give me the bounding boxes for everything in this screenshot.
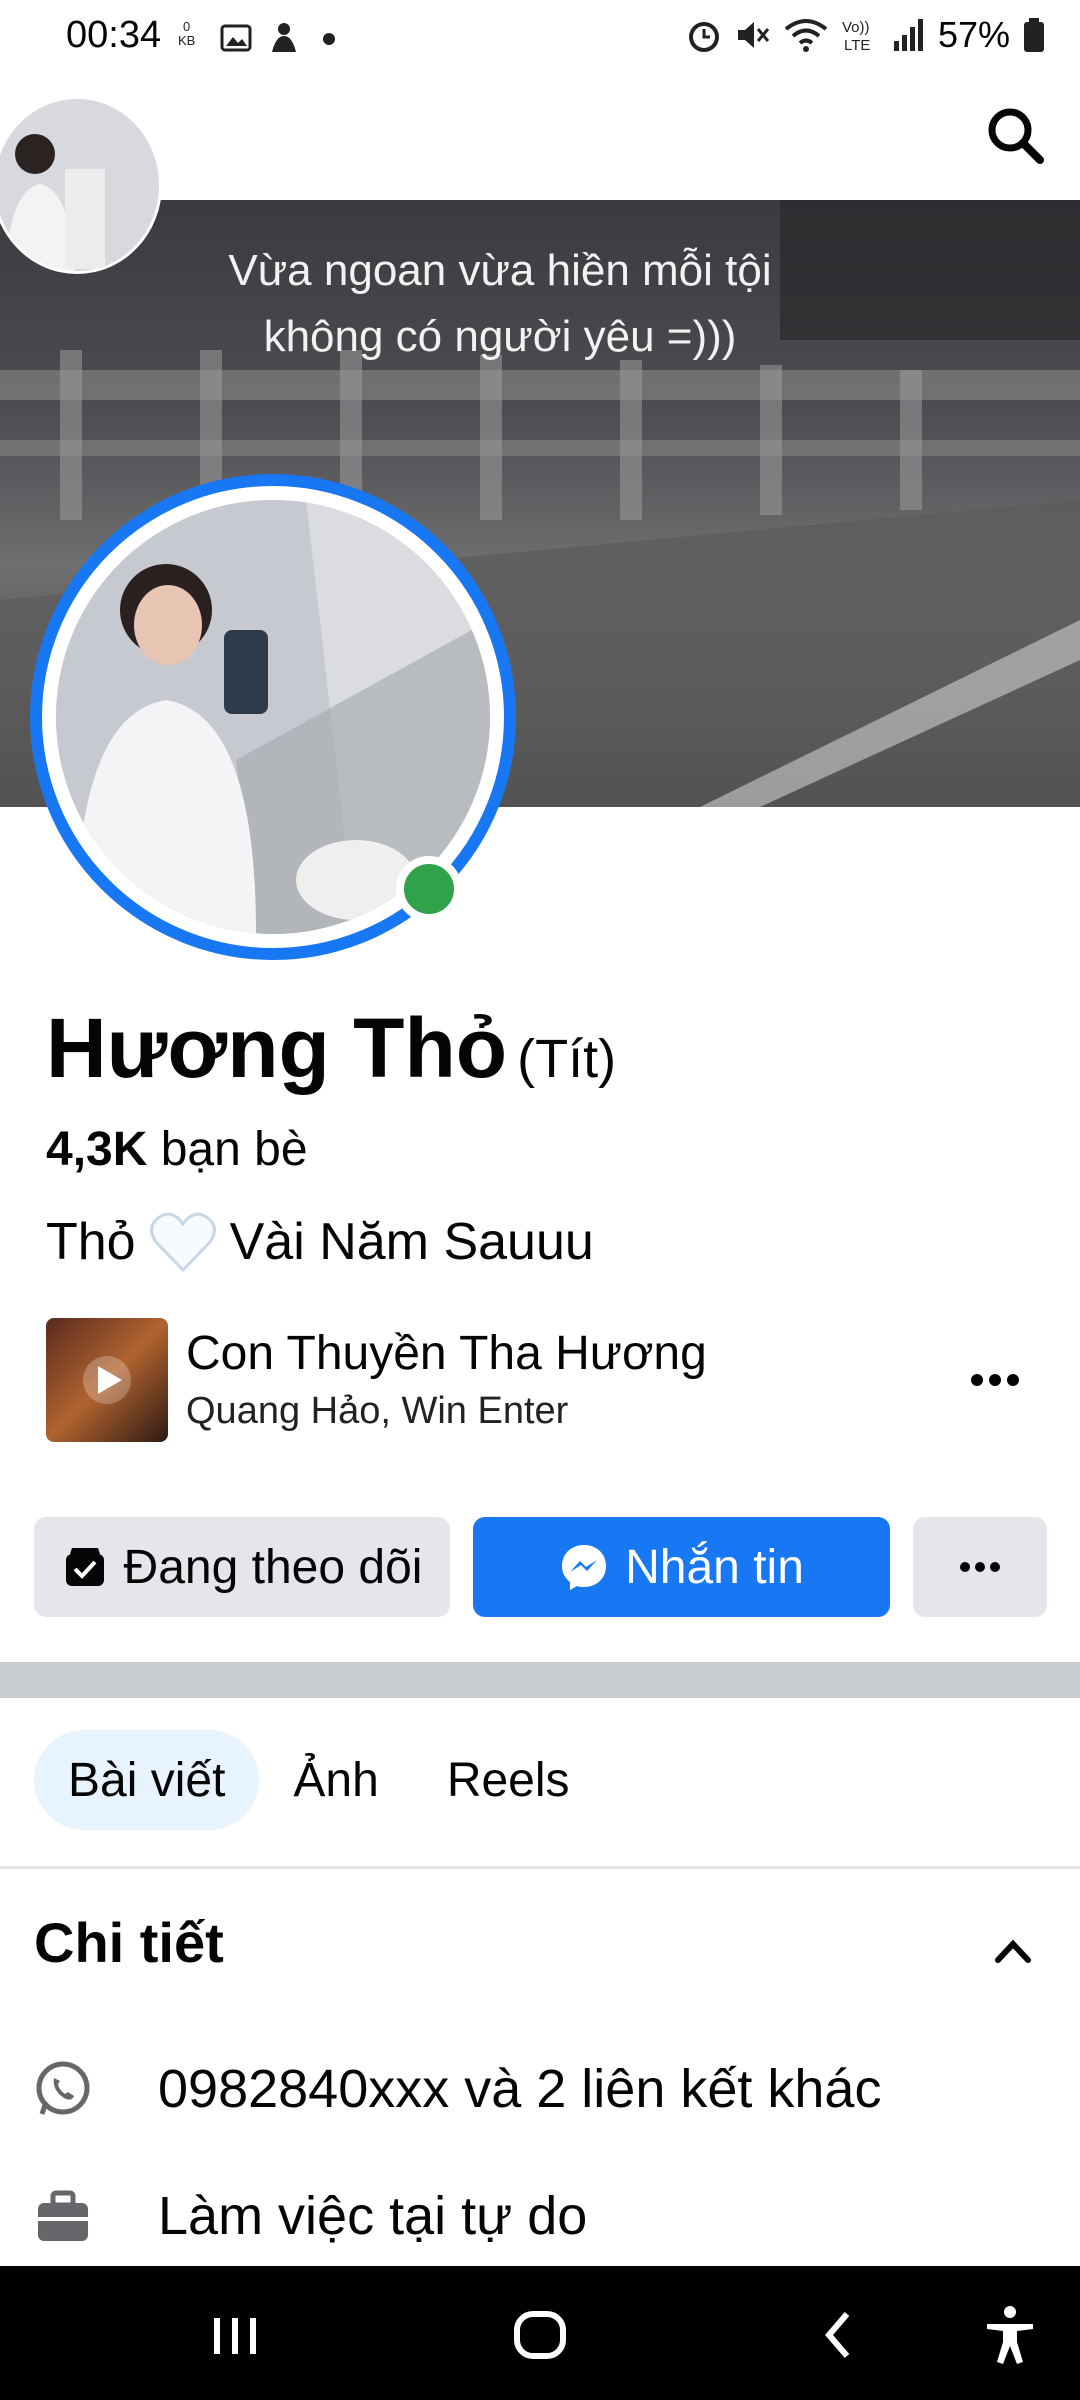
cover-caption-line-1: Vừa ngoan vừa hiền mỗi tội xyxy=(228,246,772,295)
friends-count-value: 4,3K xyxy=(46,1123,148,1176)
music-more-icon[interactable] xyxy=(960,1360,1030,1400)
gallery-icon xyxy=(220,24,252,52)
online-status-indicator xyxy=(396,856,462,922)
battery-percent: 57% xyxy=(937,14,1010,55)
tab-reels[interactable]: Reels xyxy=(413,1730,604,1830)
following-button-label: Đang theo dõi xyxy=(123,1540,423,1594)
friends-count[interactable]: 4,3K bạn bè xyxy=(46,1122,308,1177)
chevron-up-icon[interactable] xyxy=(990,1930,1036,1970)
whatsapp-icon xyxy=(36,2061,90,2115)
profile-name-text: Hương Thỏ xyxy=(46,1001,508,1095)
following-button[interactable]: Đang theo dõi xyxy=(34,1517,450,1617)
work-info-row: Làm việc tại tự do xyxy=(34,2185,587,2247)
notification-icon xyxy=(272,23,296,52)
music-cover[interactable] xyxy=(46,1318,168,1442)
music-artist: Quang Hảo, Win Enter xyxy=(186,1390,569,1432)
play-icon xyxy=(83,1356,131,1404)
work-info-text: Làm việc tại tự do xyxy=(158,2186,588,2246)
svg-text:LTE: LTE xyxy=(844,37,870,53)
tabs-divider xyxy=(0,1866,1080,1869)
story-avatar-image xyxy=(0,99,159,271)
bio-text-1: Thỏ xyxy=(46,1213,136,1271)
tab-posts[interactable]: Bài viết xyxy=(34,1730,260,1830)
battery-icon xyxy=(1024,18,1044,52)
cover-caption-line-2: không có người yêu =))) xyxy=(263,312,737,361)
music-title[interactable]: Con Thuyền Tha Hương xyxy=(186,1326,707,1381)
data-speed-indicator: 0 KB xyxy=(178,20,195,48)
profile-nickname: (Tít) xyxy=(517,1029,617,1089)
dot-icon xyxy=(323,33,335,45)
accessibility-icon[interactable] xyxy=(975,2300,1045,2370)
cover-caption: Vừa ngoan vừa hiền mỗi tội không có ngườ… xyxy=(0,238,1000,370)
profile-name: Hương Thỏ (Tít) xyxy=(46,1000,616,1097)
profile-tabs: Bài viết Ảnh Reels xyxy=(34,1730,604,1830)
tab-photos[interactable]: Ảnh xyxy=(259,1730,412,1830)
data-speed-unit: KB xyxy=(178,33,196,48)
mute-icon xyxy=(737,22,770,48)
following-icon xyxy=(65,1548,104,1586)
data-speed-value: 0 xyxy=(183,19,191,34)
recent-apps-icon[interactable] xyxy=(200,2300,270,2370)
status-right-group: Vo)) LTE 57% xyxy=(686,14,1046,56)
profile-bio: Thỏ Vài Năm Sauuu xyxy=(46,1210,594,1274)
more-actions-button[interactable] xyxy=(913,1517,1047,1617)
home-icon[interactable] xyxy=(505,2300,575,2370)
alarm-icon xyxy=(688,22,719,52)
story-avatar[interactable] xyxy=(0,96,162,274)
friends-count-label: bạn bè xyxy=(160,1123,308,1176)
search-icon[interactable] xyxy=(980,100,1050,170)
message-button-label: Nhắn tin xyxy=(625,1540,804,1594)
messenger-icon xyxy=(562,1545,607,1590)
white-heart-icon xyxy=(149,1212,216,1273)
message-button[interactable]: Nhắn tin xyxy=(473,1517,890,1617)
wifi-icon xyxy=(784,19,828,52)
svg-text:Vo)): Vo)) xyxy=(842,19,870,36)
status-bar: 00:34 0 KB Vo)) LTE 57% xyxy=(0,0,1080,75)
more-icon xyxy=(960,1562,1000,1572)
section-divider xyxy=(0,1662,1080,1698)
status-time: 00:34 xyxy=(66,14,162,56)
contact-info-text: 0982840xxx và 2 liên kết khác xyxy=(158,2059,882,2119)
briefcase-icon xyxy=(38,2190,88,2241)
details-heading: Chi tiết xyxy=(34,1911,224,1974)
signal-icon xyxy=(893,19,923,51)
bio-text-2: Vài Năm Sauuu xyxy=(229,1213,594,1271)
volte-icon: Vo)) LTE xyxy=(842,19,870,53)
back-icon[interactable] xyxy=(805,2300,875,2370)
contact-info-row[interactable]: 0982840xxx và 2 liên kết khác xyxy=(34,2058,881,2120)
